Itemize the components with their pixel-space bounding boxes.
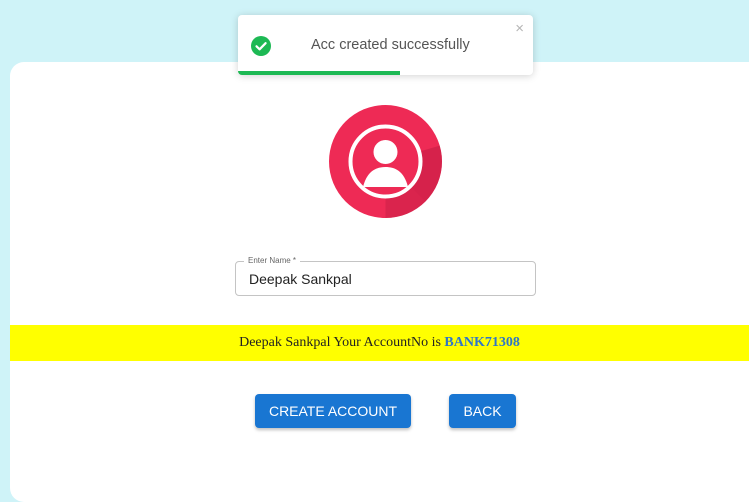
- name-field-label: Enter Name *: [244, 256, 301, 266]
- banner-text: Deepak Sankpal Your AccountNo is: [239, 335, 441, 350]
- name-input[interactable]: [249, 271, 519, 287]
- toast-message: Acc created successfully: [311, 37, 470, 53]
- account-number-banner: Deepak Sankpal Your AccountNo is BANK713…: [10, 325, 749, 361]
- user-avatar-icon: [329, 105, 442, 218]
- create-account-button[interactable]: CREATE ACCOUNT: [255, 394, 411, 428]
- close-icon[interactable]: ×: [515, 21, 524, 36]
- check-circle-icon: [251, 36, 271, 56]
- success-toast: Acc created successfully ×: [238, 15, 533, 75]
- back-button[interactable]: BACK: [449, 394, 516, 428]
- name-field[interactable]: Enter Name *: [235, 256, 536, 296]
- account-number: BANK71308: [444, 335, 520, 350]
- toast-progress-bar: [238, 71, 401, 75]
